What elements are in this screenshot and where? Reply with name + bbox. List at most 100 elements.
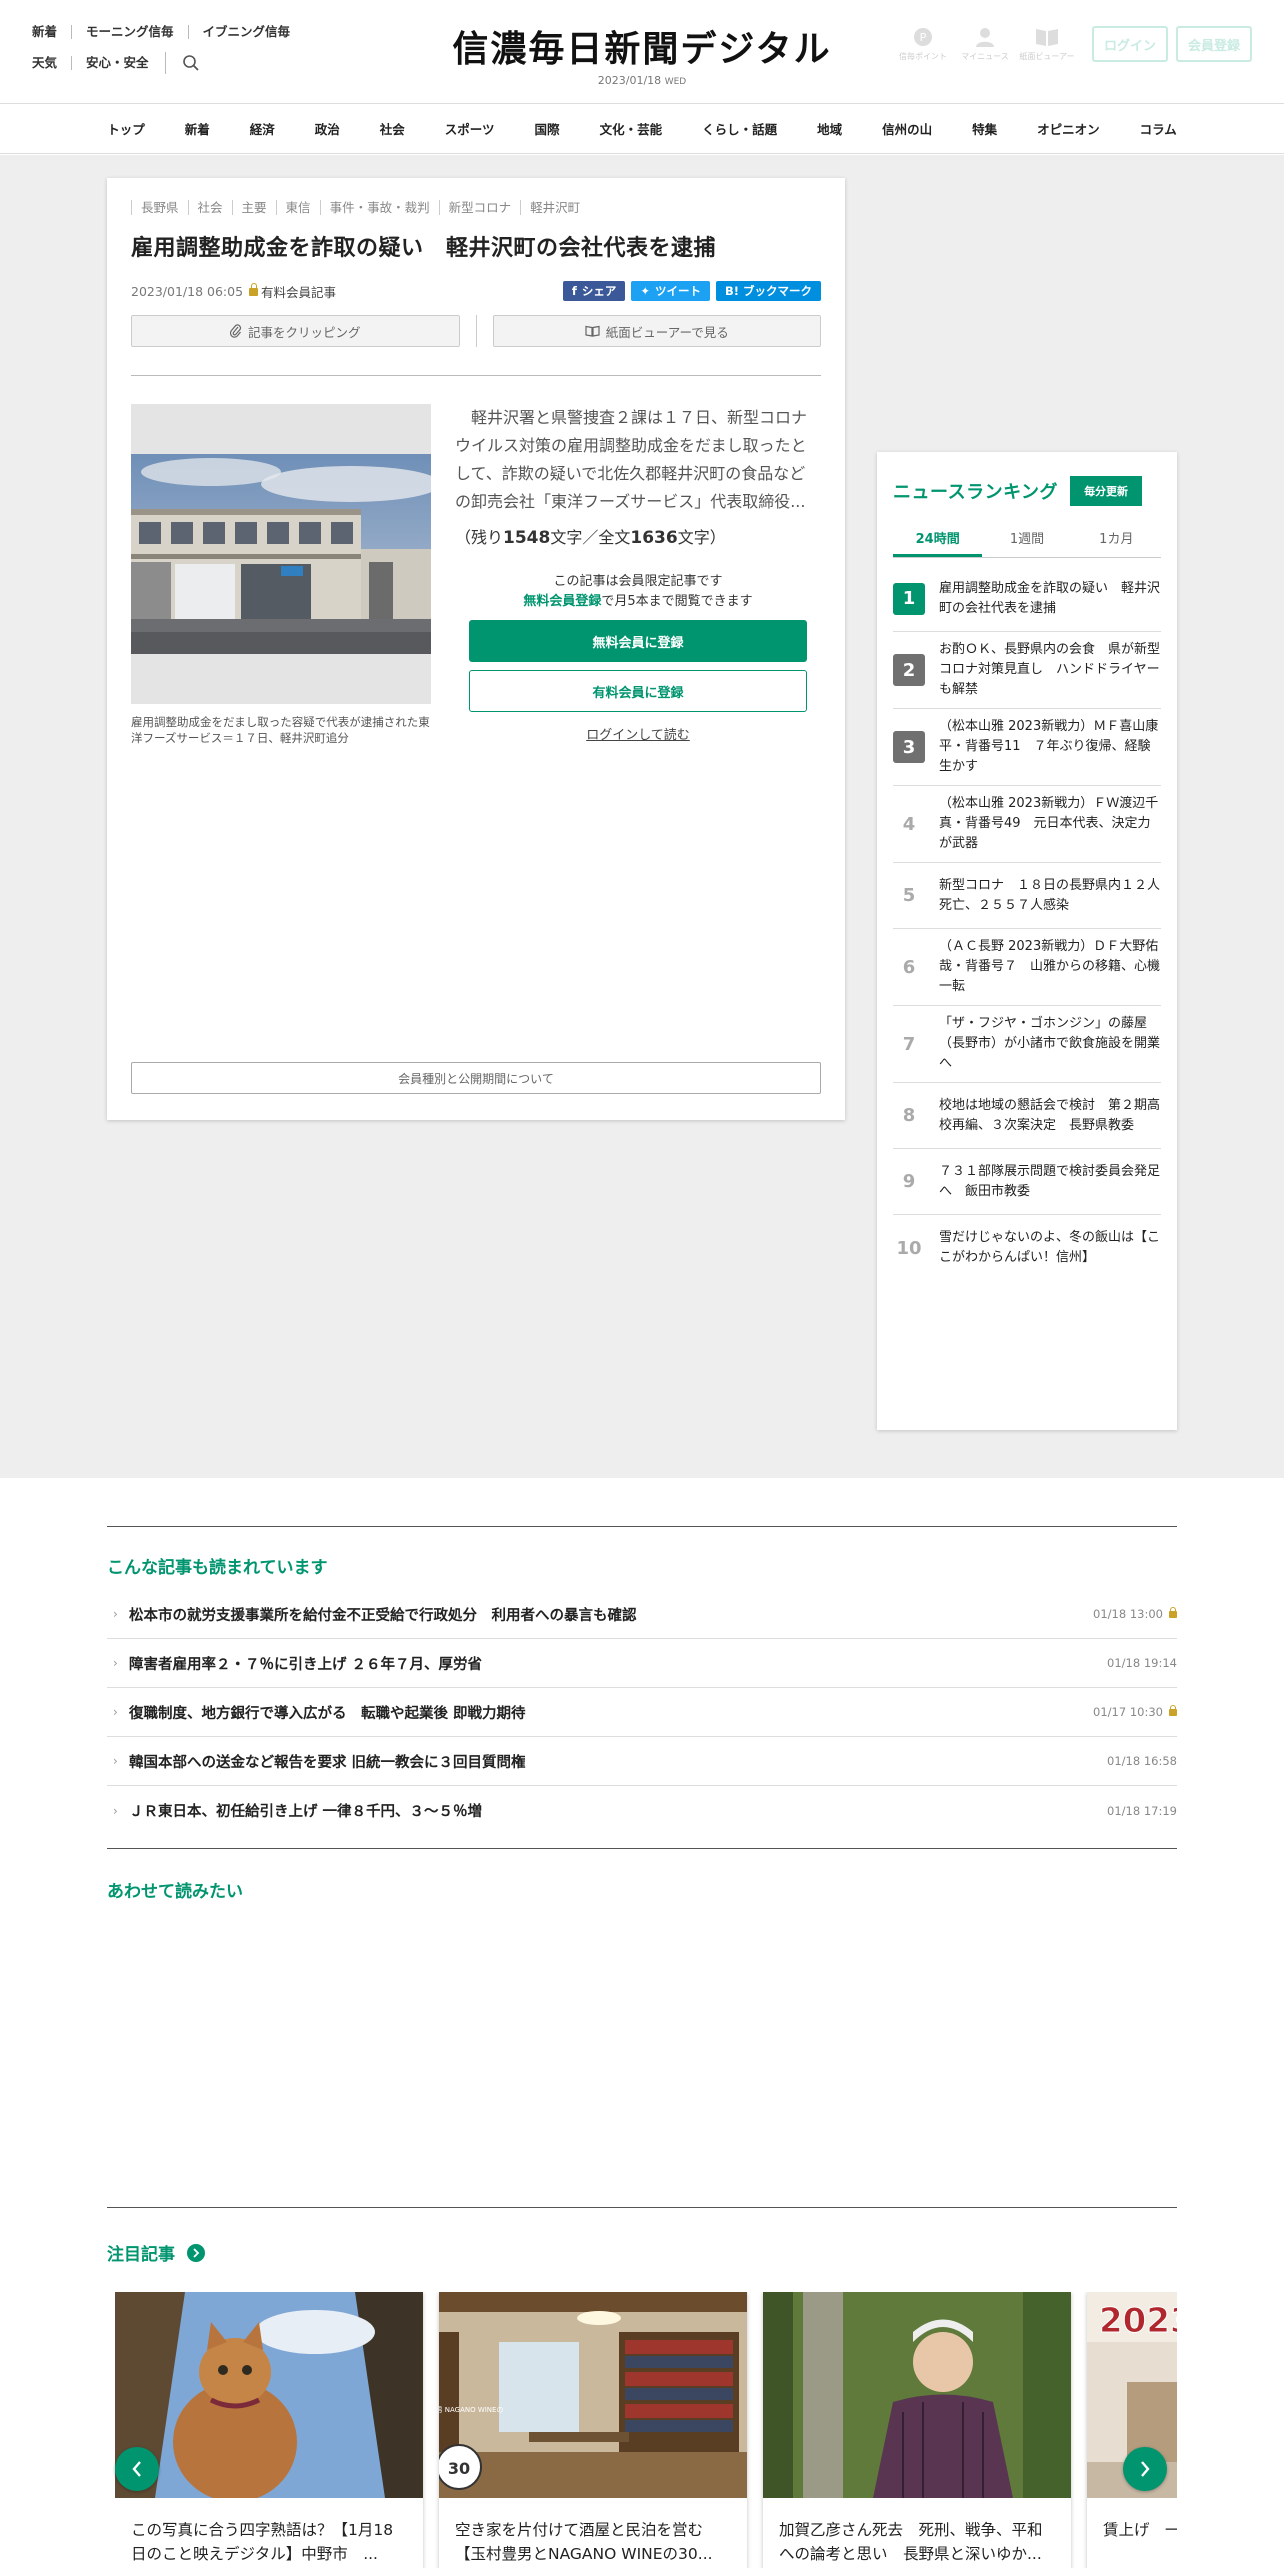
chevron-right-icon <box>1141 2461 1150 2477</box>
paywall-note: この記事は会員限定記事です 無料会員登録で月5本まで閲覧できます <box>523 574 753 609</box>
nav-life[interactable]: くらし・話題 <box>682 119 797 138</box>
viewer-link[interactable]: 紙面ビューアー <box>1016 26 1078 62</box>
paid-member-register-button[interactable]: 有料会員に登録 <box>469 670 807 712</box>
featured-card[interactable]: 2023 賃上げ 一「２０２３... <box>1087 2292 1177 2568</box>
ranking-item[interactable]: 1 雇用調整助成金を詐取の疑い 軽井沢町の会社代表を逮捕 <box>893 566 1161 632</box>
portrait-photo <box>763 2292 1071 2498</box>
nav-economy[interactable]: 経済 <box>230 119 295 138</box>
ranking-item[interactable]: 5 新型コロナ １８日の長野県内１２人死亡、２５５７人感染 <box>893 863 1161 929</box>
article-photo-column: 雇用調整助成金をだまし取った容疑で代表が逮捕された東洋フーズサービス＝１７日、軽… <box>131 404 431 746</box>
rank-number: 5 <box>902 885 916 906</box>
featured-card-title: 賃上げ 一「２０２３... <box>1103 2521 1177 2539</box>
ranking-item[interactable]: 2 お酌ＯＫ、長野県内の会食 県が新型コロナ対策見直し ハンドドライヤーも解禁 <box>893 632 1161 709</box>
tag-karuizawa[interactable]: 軽井沢町 <box>520 200 589 215</box>
ranking-item[interactable]: 7 「ザ・フジヤ・ゴホンジン」の藤屋（長野市）が小諸市で飲食施設を開業へ <box>893 1006 1161 1083</box>
lock-icon <box>1169 1606 1177 1618</box>
article-card: 長野県 社会 主要 東信 事件・事故・裁判 新型コロナ 軽井沢町 雇用調整助成金… <box>107 178 845 1120</box>
ranking-item[interactable]: 6 （ＡＣ長野 2023新戦力）ＤＦ大野佑哉・背番号７ 山雅からの移籍、心機一転 <box>893 929 1161 1006</box>
ranking-item[interactable]: 10 雪だけじゃないのよ、冬の飯山は【ここがわからんぱい！信州】 <box>893 1215 1161 1281</box>
user-icon <box>976 28 994 47</box>
list-item-title: ＪＲ東日本、初任給引き上げ 一律８千円、３～５％増 <box>129 1804 483 1820</box>
paper-viewer-button[interactable]: 紙面ビューアーで見る <box>492 315 821 347</box>
ranking-item-title: （松本山雅 2023新戦力）ＭＦ喜山康平・背番号11 ７年ぶり復帰、経験生かす <box>939 719 1159 774</box>
ranking-item[interactable]: 9 ７３１部隊展示問題で検討委員会発足へ 飯田市教委 <box>893 1149 1161 1215</box>
nav-politics[interactable]: 政治 <box>295 119 360 138</box>
tag-incident[interactable]: 事件・事故・裁判 <box>319 200 439 215</box>
nav-society[interactable]: 社会 <box>360 119 425 138</box>
nav-top[interactable]: トップ <box>87 119 165 138</box>
article-lead: 軽井沢署と県警捜査２課は１７日、新型コロナウイルス対策の雇用調整助成金をだまし取… <box>455 408 808 511</box>
library-photo: 30 玉村豊男 NAGANO WINEの <box>415 2292 747 2498</box>
chevron-right-icon: › <box>113 1607 118 1621</box>
ranking-item[interactable]: 3 （松本山雅 2023新戦力）ＭＦ喜山康平・背番号11 ７年ぶり復帰、経験生かす <box>893 709 1161 786</box>
tab-24h[interactable]: 24時間 <box>893 526 983 557</box>
carousel-next-button[interactable] <box>1123 2447 1167 2491</box>
member-info-button[interactable]: 会員種別と公開期間について <box>131 1062 821 1094</box>
rank-number: 2 <box>893 654 925 686</box>
featured-carousel: この写真に合う四字熟語は？【1月18日のこと映えデジタル】中野市 ... 30 … <box>115 2292 1177 2568</box>
nav-region[interactable]: 地域 <box>797 119 862 138</box>
login-to-read-link[interactable]: ログインして読む <box>469 724 807 743</box>
news-ranking: ニュースランキング 毎分更新 24時間 1週間 1カ月 1 雇用調整助成金を詐取の… <box>877 452 1177 1430</box>
article-divider <box>131 375 821 376</box>
ranking-item[interactable]: 4 （松本山雅 2023新戦力）ＦＷ渡辺千真・背番号49 元日本代表、決定力が武器 <box>893 786 1161 863</box>
ranking-item-title: （松本山雅 2023新戦力）ＦＷ渡辺千真・背番号49 元日本代表、決定力が武器 <box>939 796 1159 851</box>
photo-caption: 雇用調整助成金をだまし取った容疑で代表が逮捕された東洋フーズサービス＝１７日、軽… <box>131 715 430 745</box>
free-register-link[interactable]: 無料会員登録 <box>523 594 601 609</box>
chevron-left-icon <box>132 2461 141 2477</box>
tag-main[interactable]: 主要 <box>231 200 276 215</box>
nav-international[interactable]: 国際 <box>515 119 580 138</box>
free-member-register-button[interactable]: 無料会員に登録 <box>469 620 807 662</box>
nav-culture[interactable]: 文化・芸能 <box>580 119 683 138</box>
featured-card[interactable]: この写真に合う四字熟語は？【1月18日のこと映えデジタル】中野市 ... <box>115 2292 423 2568</box>
nav-special[interactable]: 特集 <box>952 119 1017 138</box>
carousel-prev-button[interactable] <box>115 2447 159 2491</box>
rank-number: 6 <box>902 956 916 978</box>
nav-opinion[interactable]: オピニオン <box>1017 119 1120 138</box>
tag-covid[interactable]: 新型コロナ <box>438 200 521 215</box>
point-link[interactable]: P 信毎ポイント <box>892 26 954 62</box>
hatena-icon: B! <box>724 284 739 298</box>
chevron-right-icon: › <box>113 1705 118 1719</box>
featured-title: 注目記事 <box>107 2245 175 2265</box>
list-item[interactable]: › 復職制度、地方銀行で導入広がる 転職や起業後 即戦力期待 01/17 10:30 <box>107 1688 1177 1737</box>
list-item[interactable]: › 韓国本部への送金など報告を要求 旧統一教会に３回目質問権 01/18 16:58 <box>107 1737 1177 1786</box>
tag-society[interactable]: 社会 <box>187 200 232 215</box>
chevron-right-icon: › <box>113 1754 118 1768</box>
ranking-item[interactable]: 8 校地は地域の懇話会で検討 第２期高校再編、３次案決定 長野県教委 <box>893 1083 1161 1149</box>
nav-sports[interactable]: スポーツ <box>425 119 515 138</box>
featured-card[interactable]: 30 玉村豊男 NAGANO WINEの 空き家を片付けて酒屋と民泊を営む【玉村… <box>415 2292 747 2568</box>
lock-icon <box>1169 1704 1177 1716</box>
chevron-right-icon: › <box>113 1656 118 1670</box>
clip-button[interactable]: 記事をクリッピング <box>131 315 460 347</box>
ranking-item-title: 雇用調整助成金を詐取の疑い 軽井沢町の会社代表を逮捕 <box>939 580 1161 616</box>
twitter-icon: ✦ <box>640 284 650 298</box>
facebook-share-button[interactable]: f シェア <box>562 281 626 301</box>
article-meta: 2023/01/18 06:05 有料会員記事 f シェア ✦ ツイート B! ブック… <box>131 281 821 301</box>
article-photo[interactable] <box>131 404 431 704</box>
tag-toshin[interactable]: 東信 <box>275 200 320 215</box>
login-button[interactable]: ログイン <box>1092 26 1168 62</box>
nav-new[interactable]: 新着 <box>165 119 230 138</box>
rank-number: 3 <box>893 731 925 763</box>
hatena-bookmark-button[interactable]: B! ブックマーク <box>715 281 821 301</box>
mynews-link[interactable]: マイニュース <box>954 26 1016 62</box>
related-title: こんな記事も読まれています <box>107 1558 328 1578</box>
twitter-share-button[interactable]: ✦ ツイート <box>631 281 710 301</box>
section-rule <box>107 1526 1177 1527</box>
point-icon: P <box>914 28 932 46</box>
related-list: › 松本市の就労支援事業所を給付金不正受給で行政処分 利用者への暴言も確認 01/1… <box>107 1590 1177 1835</box>
list-item[interactable]: › 障害者雇用率２・７％に引き上げ ２６年７月、厚労省 01/18 19:14 <box>107 1639 1177 1688</box>
tab-1month[interactable]: 1カ月 <box>1072 526 1161 557</box>
tag-nagano[interactable]: 長野県 <box>131 200 188 215</box>
list-item[interactable]: › ＪＲ東日本、初任給引き上げ 一律８千円、３～５％増 01/18 17:19 <box>107 1786 1177 1835</box>
tab-1week[interactable]: 1週間 <box>982 526 1071 557</box>
list-item[interactable]: › 松本市の就労支援事業所を給付金不正受給で行政処分 利用者への暴言も確認 01/1… <box>107 1590 1177 1639</box>
featured-card[interactable]: 加賀乙彦さん死去 死刑、戦争、平和への論考と思い 長野県と深いゆか... <box>763 2292 1071 2568</box>
register-button[interactable]: 会員登録 <box>1176 26 1252 62</box>
building-photo <box>131 454 431 654</box>
also-read-title: あわせて読みたい <box>107 1882 243 1902</box>
nav-mountain[interactable]: 信州の山 <box>862 119 952 138</box>
nav-column[interactable]: コラム <box>1120 119 1197 138</box>
featured-more-icon[interactable] <box>187 2243 205 2262</box>
